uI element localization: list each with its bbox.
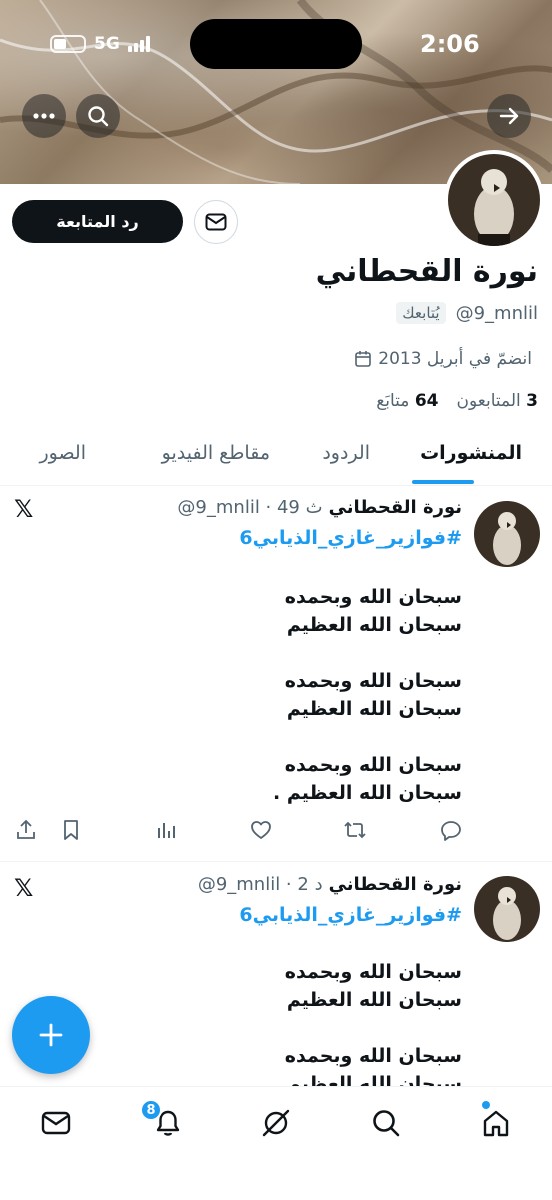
mail-icon — [41, 1111, 71, 1135]
post-author-name[interactable]: نورة القحطاني — [329, 874, 462, 895]
status-icons: 5G — [50, 34, 150, 54]
falcon-avatar-image — [448, 154, 540, 246]
post-line-gap — [273, 723, 462, 751]
bottom-nav: 8 — [0, 1086, 552, 1200]
tab-photos[interactable]: الصور — [39, 442, 86, 464]
profile-avatar[interactable] — [444, 150, 544, 250]
dynamic-island — [190, 19, 362, 69]
message-button[interactable] — [194, 200, 238, 244]
post-handle-time: @9_mnlil · 2 د — [197, 874, 323, 895]
tab-replies[interactable]: الردود — [322, 442, 370, 464]
home-unread-dot — [482, 1101, 490, 1109]
plus-icon — [39, 1023, 63, 1047]
nav-home[interactable] — [478, 1105, 514, 1141]
calendar-icon — [355, 351, 372, 367]
post-line: سبحان الله العظيم — [286, 1073, 462, 1086]
search-button[interactable] — [76, 94, 120, 138]
profile-tabs: المنشورات الردود مقاطع الفيديو الصور — [0, 432, 552, 486]
active-tab-indicator — [412, 480, 474, 484]
post-line-gap — [285, 1014, 462, 1042]
post-author-name[interactable]: نورة القحطاني — [329, 497, 462, 518]
home-icon — [483, 1110, 509, 1137]
status-time: 2:06 — [420, 30, 480, 58]
post-header: نورة القحطاني @9_mnlil · 2 د — [198, 874, 462, 895]
bookmark-icon — [64, 820, 78, 840]
tab-videos[interactable]: مقاطع الفيديو — [162, 442, 270, 464]
following-label: متابَع — [376, 391, 410, 411]
post-body: سبحان الله وبحمده سبحان الله العظيم سبحا… — [273, 583, 462, 807]
follow-back-button[interactable]: رد المتابعة — [12, 200, 183, 243]
post-line: سبحان الله وبحمده — [284, 1045, 462, 1067]
post-line: سبحان الله وبحمده — [284, 586, 462, 608]
handle: @9_mnlil — [455, 302, 538, 324]
more-button[interactable] — [22, 94, 66, 138]
post-avatar[interactable] — [474, 876, 540, 942]
search-icon — [373, 1110, 400, 1137]
like-button[interactable] — [248, 817, 274, 843]
display-name: نورة القحطاني — [315, 254, 538, 289]
mail-icon — [205, 213, 227, 231]
back-button[interactable] — [487, 94, 531, 138]
joined-text: انضمّ في أبريل 2013 — [378, 349, 532, 369]
signal-icon — [127, 36, 150, 52]
post-avatar[interactable] — [474, 501, 540, 567]
search-icon — [88, 106, 109, 127]
followers-count: 3 — [526, 391, 538, 411]
x-logo-icon: 𝕏 — [14, 495, 34, 523]
post-hashtag[interactable]: #فوازير_غازي_الذيابي6 — [239, 527, 462, 549]
falcon-avatar-image — [474, 501, 540, 567]
following-stat[interactable]: 64 متابَع — [376, 391, 438, 411]
share-button[interactable] — [13, 817, 39, 843]
followers-stat[interactable]: 3 المتابعون — [457, 391, 539, 411]
post-header: نورة القحطاني @9_mnlil · 49 ث — [177, 497, 462, 518]
follow-stats: 64 متابَع 3 المتابعون — [376, 391, 538, 411]
nav-messages[interactable] — [38, 1105, 74, 1141]
following-count: 64 — [414, 391, 439, 411]
reply-button[interactable] — [438, 817, 464, 843]
post-line: سبحان الله العظيم — [286, 698, 462, 720]
post-line: سبحان الله العظيم — [286, 989, 462, 1011]
share-icon — [17, 819, 35, 839]
x-logo-icon: 𝕏 — [14, 874, 34, 902]
post-line-gap — [273, 639, 462, 667]
post-line: سبحان الله وبحمده — [284, 961, 462, 983]
retweet-button[interactable] — [342, 817, 368, 843]
joined-date: انضمّ في أبريل 2013 — [354, 349, 532, 369]
views-icon — [158, 823, 175, 838]
grok-icon — [262, 1109, 290, 1137]
battery-icon — [50, 35, 86, 53]
post-hashtag[interactable]: #فوازير_غازي_الذيابي6 — [239, 904, 462, 926]
retweet-icon — [344, 821, 366, 839]
compose-button[interactable] — [12, 996, 90, 1074]
status-bar: 5G 2:06 — [0, 0, 552, 90]
post-line: سبحان الله وبحمده — [284, 670, 462, 692]
followers-label: المتابعون — [456, 391, 521, 411]
like-icon — [251, 821, 271, 839]
bookmark-button[interactable] — [58, 817, 84, 843]
notifications-badge: 8 — [140, 1099, 162, 1121]
follows-you-badge: يُتابعك — [396, 302, 446, 324]
post-line: سبحان الله العظيم — [286, 614, 462, 636]
post-handle-time: @9_mnlil · 49 ث — [177, 497, 323, 518]
nav-search[interactable] — [368, 1105, 404, 1141]
views-button[interactable] — [153, 817, 179, 843]
tab-posts[interactable]: المنشورات — [420, 442, 522, 464]
falcon-avatar-image — [474, 876, 540, 942]
post-line: سبحان الله العظيم . — [272, 782, 462, 804]
network-label: 5G — [94, 34, 120, 54]
more-icon — [33, 113, 55, 119]
post-body: سبحان الله وبحمده سبحان الله العظيم سبحا… — [285, 958, 462, 1086]
nav-grok[interactable] — [258, 1105, 294, 1141]
arrow-right-icon — [499, 107, 519, 125]
handle-row: @9_mnlil يُتابعك — [396, 302, 538, 324]
post-actions — [0, 817, 552, 847]
post-line: سبحان الله وبحمده — [284, 754, 462, 776]
reply-icon — [441, 821, 461, 841]
post-item[interactable]: 𝕏 نورة القحطاني @9_mnlil · 49 ث #فوازير_… — [0, 487, 552, 861]
